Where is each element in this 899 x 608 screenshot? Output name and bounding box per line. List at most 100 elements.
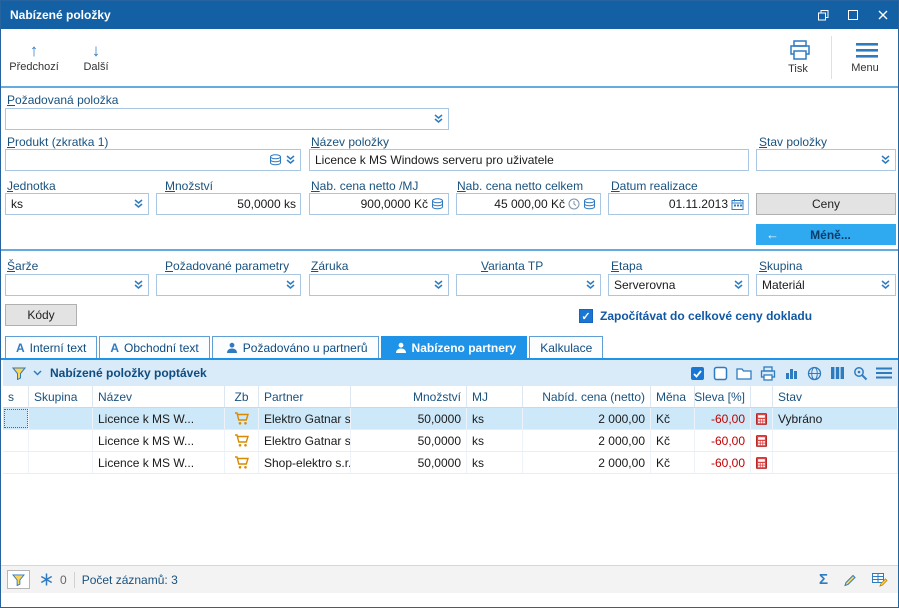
unit-combobox[interactable]: ks: [5, 193, 149, 215]
person-icon: [395, 342, 407, 354]
web-icon[interactable]: [807, 366, 822, 381]
calendar-icon[interactable]: [731, 198, 744, 211]
group-combobox[interactable]: Materiál: [756, 274, 896, 296]
column-header-zb[interactable]: Zb: [225, 386, 259, 407]
table-row[interactable]: Licence k MS W... Elektro Gatnar s... 50…: [3, 408, 898, 430]
clock-icon[interactable]: [568, 198, 580, 210]
warranty-label: Záruka: [311, 259, 348, 273]
table-row[interactable]: Licence k MS W... Elektro Gatnar s... 50…: [3, 430, 898, 452]
date-label: Datum realizace: [611, 179, 698, 193]
calculator-icon[interactable]: [751, 452, 773, 473]
chevron-down-icon[interactable]: [133, 199, 144, 209]
edit-record-icon[interactable]: [843, 573, 857, 587]
cell-s: [3, 408, 29, 429]
chevron-down-icon[interactable]: [880, 155, 891, 165]
columns-icon[interactable]: [830, 366, 845, 380]
column-header-nazev[interactable]: Název: [93, 386, 225, 407]
column-header-partner[interactable]: Partner: [259, 386, 351, 407]
chevron-down-icon[interactable]: [880, 280, 891, 290]
requested-item-label: Požadovaná položka: [7, 93, 118, 107]
chevron-down-icon[interactable]: [433, 280, 444, 290]
tab-nabizeno-partnery[interactable]: Nabízeno partnery: [381, 336, 528, 358]
include-in-total-checkbox[interactable]: ✓: [579, 309, 593, 323]
requested-item-combobox[interactable]: [5, 108, 449, 130]
tab-obchodni-text[interactable]: A Obchodní text: [99, 336, 209, 358]
calculator-icon[interactable]: [751, 430, 773, 451]
chevron-down-icon[interactable]: [433, 114, 444, 124]
folder-icon[interactable]: [736, 366, 752, 380]
close-icon[interactable]: [868, 1, 898, 29]
item-name-value: Licence k MS Windows serveru pro uživate…: [315, 153, 744, 167]
warranty-combobox[interactable]: [309, 274, 449, 296]
grid-settings-icon[interactable]: [853, 366, 868, 381]
params-combobox[interactable]: [156, 274, 301, 296]
next-button[interactable]: ↓ Další: [65, 31, 127, 84]
filter-toggle-button[interactable]: [7, 570, 30, 589]
grid-menu-icon[interactable]: [876, 367, 892, 379]
variant-combobox[interactable]: [456, 274, 601, 296]
tab-kalkulace[interactable]: Kalkulace: [529, 336, 603, 358]
column-header-sleva[interactable]: Sleva [%]: [695, 386, 751, 407]
restore-icon[interactable]: [808, 1, 838, 29]
tab-pozadovano-u-partneru[interactable]: Požadováno u partnerů: [212, 336, 379, 358]
previous-button[interactable]: ↑ Předchozí: [3, 31, 65, 84]
item-name-input[interactable]: Licence k MS Windows serveru pro uživate…: [309, 149, 749, 171]
chevron-down-icon[interactable]: [133, 280, 144, 290]
tab-strip: A Interní text A Obchodní text Požadován…: [5, 336, 603, 358]
filter-icon[interactable]: [12, 367, 26, 380]
column-header-mena[interactable]: Měna: [651, 386, 695, 407]
quantity-value: 50,0000 ks: [162, 197, 296, 211]
stage-label: Etapa: [611, 259, 642, 273]
chart-icon[interactable]: [784, 366, 799, 380]
sum-icon[interactable]: Σ: [819, 571, 828, 588]
cell-stav: [773, 430, 898, 451]
tab-label: Interní text: [30, 341, 87, 355]
column-header-mj[interactable]: MJ: [467, 386, 523, 407]
cell-stav: Vybráno: [773, 408, 898, 429]
tab-interni-text[interactable]: A Interní text: [5, 336, 97, 358]
grid-panel-header: Nabízené položky poptávek: [3, 360, 898, 386]
cell-mena: Kč: [651, 408, 695, 429]
date-input[interactable]: 01.11.2013: [608, 193, 749, 215]
column-header-mnozstvi[interactable]: Množství: [351, 386, 467, 407]
quantity-input[interactable]: 50,0000 ks: [156, 193, 301, 215]
calculator-icon[interactable]: [751, 408, 773, 429]
cell-sleva: -60,00: [695, 452, 751, 473]
less-button[interactable]: ← Méně...: [756, 224, 896, 245]
column-header-skupina[interactable]: Skupina: [29, 386, 93, 407]
select-none-icon[interactable]: [713, 366, 728, 381]
coins-icon[interactable]: [431, 198, 444, 211]
prices-button[interactable]: Ceny: [756, 193, 896, 215]
column-header-cena[interactable]: Nabíd. cena (netto): [523, 386, 651, 407]
maximize-icon[interactable]: [838, 1, 868, 29]
codes-button[interactable]: Kódy: [5, 304, 77, 326]
stage-combobox[interactable]: Serverovna: [608, 274, 749, 296]
table-row[interactable]: Licence k MS W... Shop-elektro s.r... 50…: [3, 452, 898, 474]
print-button[interactable]: Tisk: [767, 31, 829, 84]
total-price-input[interactable]: 45 000,00 Kč: [456, 193, 601, 215]
product-label: Produkt (zkratka 1): [7, 135, 108, 149]
menu-button[interactable]: Menu: [834, 31, 896, 84]
chevron-down-icon[interactable]: [585, 280, 596, 290]
print-grid-icon[interactable]: [760, 366, 776, 381]
previous-label: Předchozí: [9, 61, 59, 73]
column-header-calc[interactable]: [751, 386, 773, 407]
chevron-down-icon[interactable]: [285, 155, 296, 165]
grid-toolbar: [687, 366, 892, 381]
chevron-down-icon[interactable]: [733, 280, 744, 290]
coins-icon[interactable]: [583, 198, 596, 211]
select-checked-icon[interactable]: [690, 366, 705, 381]
column-header-stav[interactable]: Stav: [773, 386, 898, 407]
window-title: Nabízené položky: [10, 8, 111, 22]
cart-icon: [225, 408, 259, 429]
item-state-combobox[interactable]: [756, 149, 896, 171]
coins-icon[interactable]: [269, 154, 282, 167]
toolbar-divider: [1, 86, 898, 88]
chevron-down-icon[interactable]: [33, 370, 42, 376]
unit-price-input[interactable]: 900,0000 Kč: [309, 193, 449, 215]
chevron-down-icon[interactable]: [285, 280, 296, 290]
column-header-s[interactable]: s: [3, 386, 29, 407]
product-combobox[interactable]: [5, 149, 301, 171]
batch-combobox[interactable]: [5, 274, 149, 296]
edit-grid-icon[interactable]: [872, 573, 888, 587]
